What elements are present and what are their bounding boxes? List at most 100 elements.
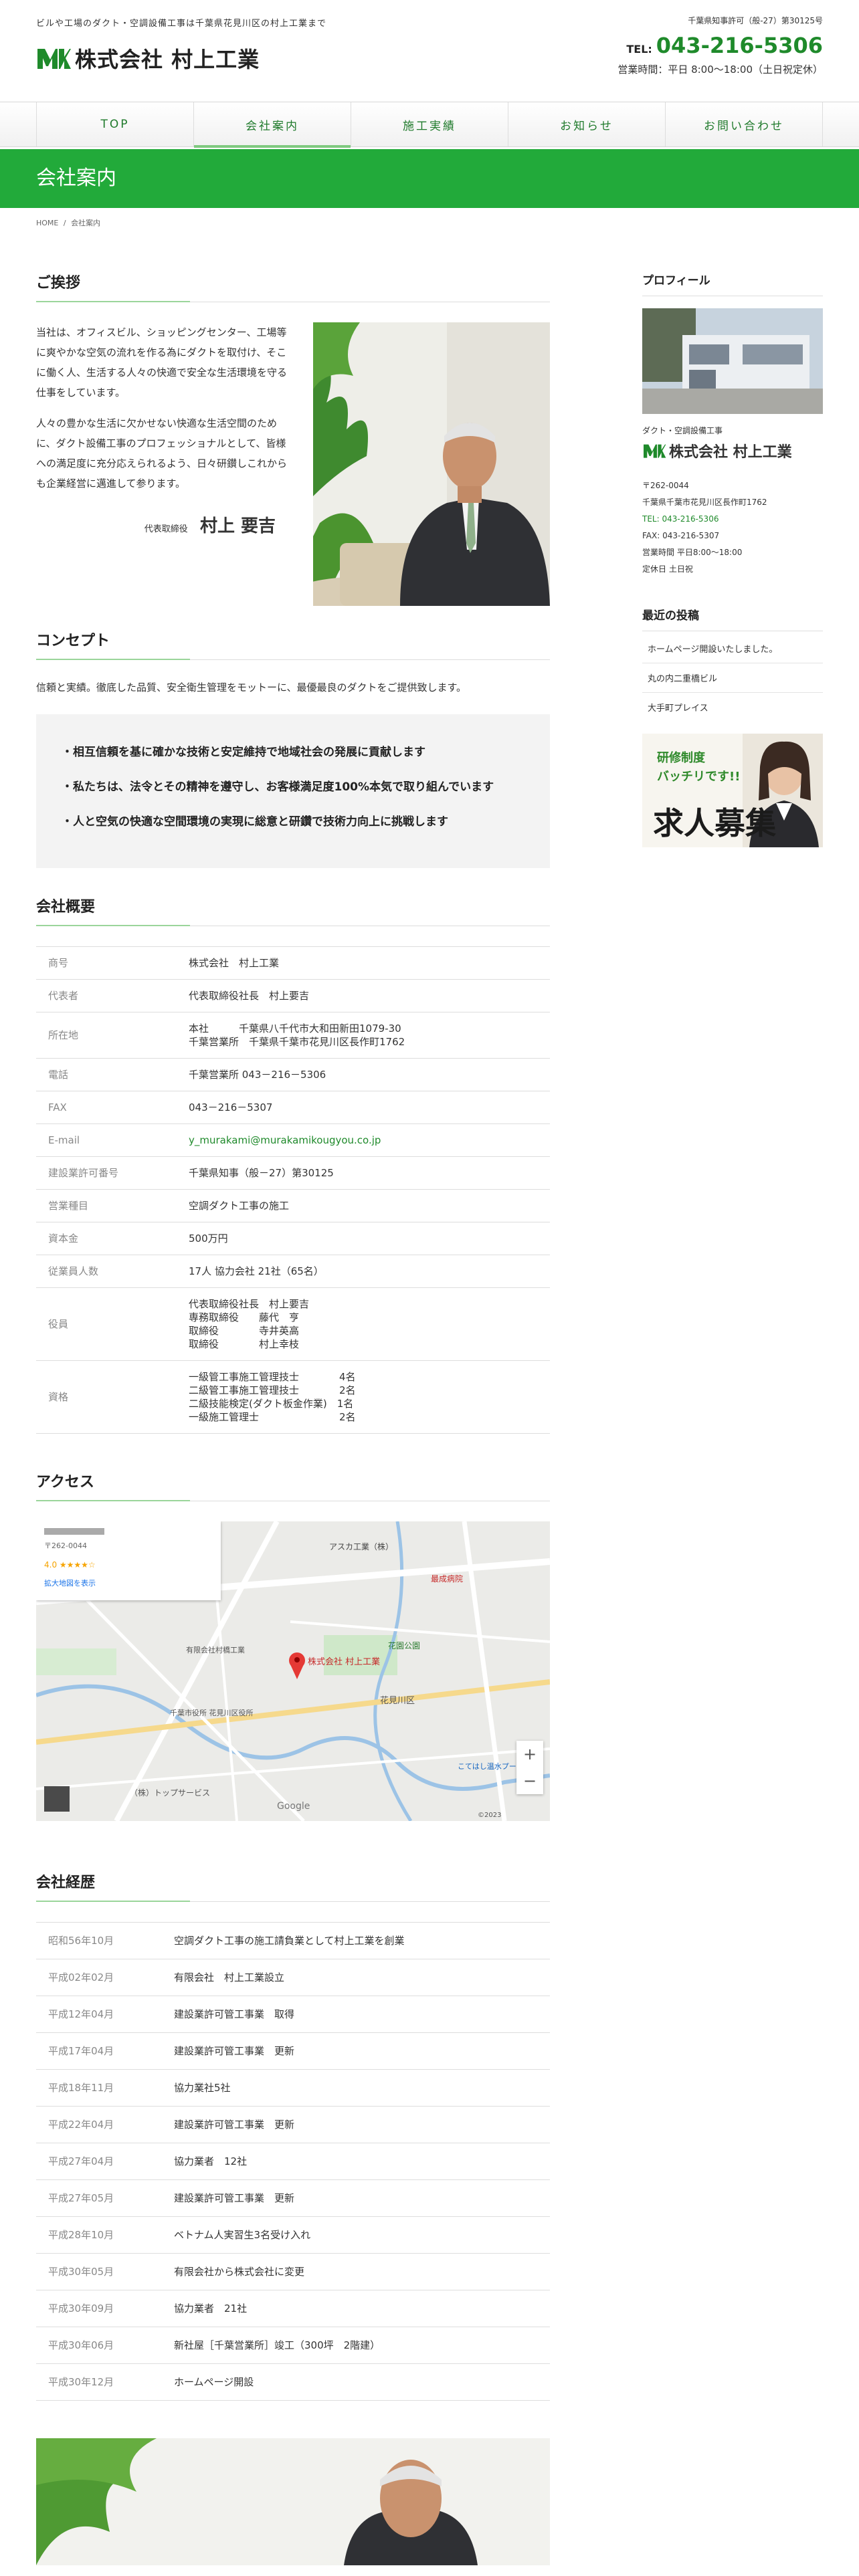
table-row: 電話 千葉営業所 043－216－5306	[36, 1058, 550, 1091]
row-label: 建設業許可番号	[36, 1156, 177, 1190]
history-date: 昭和56年10月	[36, 1922, 162, 1959]
president-photo	[313, 322, 550, 606]
table-row: 平成27年04月 協力業者 12社	[36, 2143, 550, 2180]
profile-heading: プロフィール	[642, 271, 823, 296]
tel-row: TEL: 043-216-5306	[617, 33, 823, 58]
history-text: 協力業者 21社	[162, 2290, 550, 2327]
history-text: 協力業社5社	[162, 2069, 550, 2107]
access-heading: アクセス	[36, 1470, 550, 1501]
row-label: 資本金	[36, 1222, 177, 1255]
history-text: 協力業者 12社	[162, 2143, 550, 2180]
sidebar: プロフィール ダクト・空調設備工事 株式会社 村上工業 〒262-0044 千葉…	[642, 271, 823, 2565]
header-tel[interactable]: 043-216-5306	[656, 33, 823, 58]
history-text: 建設業許可管工事業 取得	[162, 1996, 550, 2033]
zoom-in-button[interactable]: +	[516, 1741, 543, 1767]
breadcrumb-home[interactable]: HOME	[36, 219, 58, 227]
bottom-photo	[36, 2438, 550, 2565]
map-card-zip: 〒262-0044	[44, 1541, 87, 1550]
sidebar-tel[interactable]: TEL: 043-216-5306	[642, 511, 823, 528]
row-label: 電話	[36, 1058, 177, 1091]
profile-address: 〒262-0044 千葉県千葉市花見川区長作町1762 TEL: 043-216…	[642, 477, 823, 578]
row-label: 商号	[36, 946, 177, 980]
signature-title: 代表取締役	[144, 524, 188, 534]
row-label: 役員	[36, 1287, 177, 1361]
history-date: 平成30年09月	[36, 2290, 162, 2327]
table-row: 役員 代表取締役社長 村上要吉 専務取締役 藤代 亨取締役 寺井英高 取締役 村上幸枝	[36, 1287, 550, 1361]
history-date: 平成12年04月	[36, 1996, 162, 2033]
post-link[interactable]: ホームページ開設いたしました。	[642, 634, 823, 663]
page-title: 会社案内	[36, 167, 116, 190]
nav-contact[interactable]: お問い合わせ	[665, 102, 823, 146]
map-place-label: こてはし温水プール	[458, 1762, 524, 1771]
recent-posts-heading: 最近の投稿	[642, 606, 823, 631]
nav-works[interactable]: 施工実績	[351, 102, 508, 146]
row-value: 本社 千葉県八千代市大和田新田1079-30 千葉営業所 千葉県千葉市花見川区長作…	[177, 1012, 550, 1059]
nav-news[interactable]: お知らせ	[508, 102, 665, 146]
table-row: E-mail y_murakami@murakamikougyou.co.jp	[36, 1123, 550, 1157]
row-label: 従業員人数	[36, 1255, 177, 1288]
zoom-out-button[interactable]: −	[516, 1767, 543, 1794]
table-row: 平成30年06月 新社屋［千葉営業所］竣工（300坪 2階建）	[36, 2327, 550, 2364]
sidebar-holiday: 定休日 土日祝	[642, 564, 693, 574]
row-value: 17人 協力会社 21社（65名）	[177, 1255, 550, 1288]
nav-top[interactable]: TOP	[36, 102, 193, 146]
greeting-section: 当社は、オフィスビル、ショッピングセンター、工場等に爽やかな空気の流れを作る為に…	[36, 322, 550, 606]
row-value: y_murakami@murakamikougyou.co.jp	[177, 1123, 550, 1157]
breadcrumb-sep: /	[63, 219, 66, 227]
header-tagline: ビルや工場のダクト・空調設備工事は千葉県花見川区の村上工業まで	[36, 19, 327, 29]
site-logo[interactable]: 株式会社 村上工業	[36, 43, 260, 74]
history-date: 平成30年12月	[36, 2363, 162, 2401]
page-banner: 会社案内	[0, 149, 859, 208]
history-date: 平成27年05月	[36, 2179, 162, 2217]
concept-lead: 信頼と実績。徹底した品質、安全衛生管理をモットーに、最優最良のダクトをご提供致し…	[36, 681, 467, 693]
table-row: 平成22年04月 建設業許可管工事業 更新	[36, 2106, 550, 2143]
row-value: 043－216－5307	[177, 1091, 550, 1124]
table-row: 建設業許可番号 千葉県知事（般－27）第30125	[36, 1156, 550, 1190]
business-hours: 営業時間：平日 8:00～18:00（土日祝定休）	[617, 64, 823, 76]
map-place-label: アスカ工業（株）	[329, 1541, 393, 1551]
google-map[interactable]: 株式会社 村上工業 アスカ工業（株） 花見川区 花園公園 千葉市役所 花見川区役…	[36, 1521, 550, 1821]
recruit-banner[interactable]: 研修制度 バッチリです!! 求人募集	[642, 734, 823, 847]
history-date: 平成22年04月	[36, 2106, 162, 2143]
recruit-main: 求人募集	[653, 805, 776, 841]
table-row: 資格 一級管工事施工管理技士 4名 二級管工事施工管理技士 2名 二級技能検定(ダクト…	[36, 1360, 550, 1434]
row-value: 空調ダクト工事の施工	[177, 1189, 550, 1222]
concept-box: ・相互信頼を基に確かな技術と安定維持で地域社会の発展に貢献します ・私たちは、法…	[36, 714, 550, 868]
sidebar-hours: 営業時間 平日8:00～18:00	[642, 548, 743, 557]
map-card-link[interactable]: 拡大地図を表示	[44, 1578, 213, 1588]
table-row: 資本金 500万円	[36, 1222, 550, 1255]
sidebar-fax: FAX: 043-216-5307	[642, 531, 720, 540]
post-link[interactable]: 丸の内二重橋ビル	[642, 663, 823, 693]
row-value: 代表取締役社長 村上要吉 専務取締役 藤代 亨取締役 寺井英高 取締役 村上幸枝	[177, 1287, 550, 1361]
row-value: 千葉県知事（般－27）第30125	[177, 1156, 550, 1190]
history-text: ベトナム人実習生3名受け入れ	[162, 2216, 550, 2254]
history-text: 有限会社 村上工業設立	[162, 1959, 550, 1996]
greeting-paragraph-2: 人々の豊かな生活に欠かせない快適な生活空間のために、ダクト設備工事のプロフェッシ…	[36, 417, 288, 490]
table-row: 所在地 本社 千葉県八千代市大和田新田1079-30 千葉営業所 千葉県千葉市花見川…	[36, 1012, 550, 1059]
table-row: 平成28年10月 ベトナム人実習生3名受け入れ	[36, 2216, 550, 2254]
post-link[interactable]: 大手町プレイス	[642, 693, 823, 722]
email-link[interactable]: y_murakami@murakamikougyou.co.jp	[189, 1134, 381, 1146]
mk-logo-icon	[37, 49, 71, 69]
logo-text: 株式会社 村上工業	[75, 47, 260, 72]
breadcrumb: HOME / 会社案内	[36, 208, 823, 228]
row-value: 一級管工事施工管理技士 4名 二級管工事施工管理技士 2名 二級技能検定(ダクト板金…	[177, 1360, 550, 1434]
history-date: 平成30年05月	[36, 2253, 162, 2290]
nav-company[interactable]: 会社案内	[193, 102, 351, 148]
history-text: ホームページ開設	[162, 2363, 550, 2401]
row-label: FAX	[36, 1091, 177, 1124]
satellite-toggle[interactable]	[44, 1786, 70, 1812]
table-row: 平成18年11月 協力業社5社	[36, 2069, 550, 2107]
tel-label: TEL:	[626, 43, 652, 56]
map-info-card: 〒262-0044 4.0 ★★★★☆ 拡大地図を表示	[36, 1521, 221, 1600]
recruit-sub1: 研修制度	[657, 750, 706, 765]
table-row: 平成17年04月 建設業許可管工事業 更新	[36, 2032, 550, 2070]
table-row: 代表者 代表取締役社長 村上要吉	[36, 979, 550, 1012]
history-text: 新社屋［千葉営業所］竣工（300坪 2階建）	[162, 2327, 550, 2364]
google-logo: Google	[277, 1801, 310, 1812]
company-overview-table: 商号 株式会社 村上工業 代表者 代表取締役社長 村上要吉 所在地 本社 千葉県八千代…	[36, 946, 550, 1434]
history-date: 平成18年11月	[36, 2069, 162, 2107]
history-date: 平成27年04月	[36, 2143, 162, 2180]
history-text: 有限会社から株式会社に変更	[162, 2253, 550, 2290]
row-value: 代表取締役社長 村上要吉	[177, 979, 550, 1012]
